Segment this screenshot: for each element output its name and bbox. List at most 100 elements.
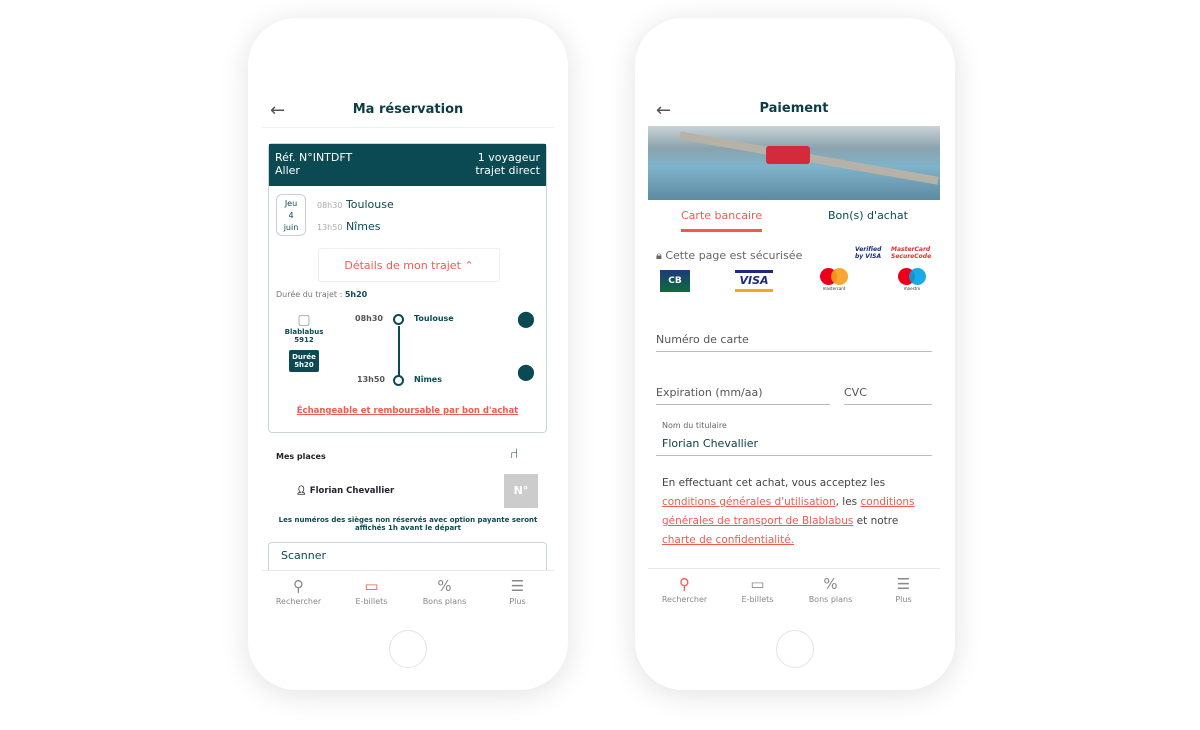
arr-time: 13h50 (317, 223, 343, 232)
nav-e-billets[interactable]: ▭ E-billets (335, 571, 408, 616)
timeline-arr-time: 13h50 (357, 375, 385, 384)
trip-type: trajet direct (475, 164, 540, 177)
expiry-input[interactable]: Expiration (mm/aa) (656, 386, 830, 405)
nav-plus[interactable]: ☰ Plus (481, 571, 554, 616)
chevron-up-icon: ⌃ (464, 259, 474, 272)
mastercard-logo: mastercard (818, 268, 850, 291)
holder-label: Nom du titulaire (662, 421, 727, 430)
timeline-start-dot (393, 314, 404, 325)
timeline-dep-city: Toulouse (414, 314, 454, 323)
duration-label: Durée du trajet : (276, 290, 343, 299)
date-num: 4 (288, 211, 294, 220)
bus-icon: ▢ (297, 312, 311, 328)
badge-value: 5h20 (294, 361, 314, 369)
nav-label: Bons plans (808, 595, 853, 604)
nav-label: Rechercher (275, 597, 322, 606)
seat-number[interactable]: N° (504, 474, 538, 508)
badge-label: Durée (292, 353, 316, 361)
passenger-name: Florian Chevallier (309, 486, 395, 496)
lock-icon: 🔒︎ (656, 249, 662, 262)
menu-icon: ☰ (510, 577, 525, 595)
nav-bons-plans[interactable]: % Bons plans (408, 571, 481, 616)
timeline-line (398, 326, 400, 378)
search-icon: ⚲ (679, 575, 690, 593)
nav-label: Plus (895, 595, 912, 604)
page-title: Ma réservation (352, 102, 464, 117)
visa-logo: VISA (735, 270, 773, 292)
mastercard-securecode-logo: MasterCard SecureCode (891, 246, 932, 260)
bottom-nav: ⚲ Rechercher ▭ E-billets % Bons plans ☰ Plus (262, 570, 554, 616)
terms-part: , les (835, 496, 861, 508)
page-title: Paiement (759, 101, 829, 116)
nav-rechercher[interactable]: ⚲ Rechercher (648, 569, 721, 608)
arr-city: Nîmes (345, 220, 381, 233)
nav-rechercher[interactable]: ⚲ Rechercher (262, 571, 335, 616)
nav-plus[interactable]: ☰ Plus (867, 569, 940, 608)
terms-part: et notre (853, 515, 899, 527)
duration-badge: Durée 5h20 (289, 350, 319, 372)
nav-label: Bons plans (422, 597, 467, 606)
details-button[interactable]: Détails de mon trajet ⌃ (318, 248, 500, 282)
ticket-icon: ▭ (750, 575, 765, 593)
maestro-label: maestro (903, 286, 921, 291)
scanner-label: Scanner (281, 549, 327, 562)
nav-label: E-billets (741, 595, 774, 604)
privacy-link[interactable]: charte de confidentialité. (662, 534, 794, 546)
cgu-link[interactable]: conditions générales d'utilisation (662, 496, 836, 508)
cvc-input[interactable]: CVC (844, 386, 932, 405)
bus-bridge-photo (648, 126, 940, 200)
terms-text: En effectuant cet achat, vous acceptez l… (662, 474, 932, 550)
timeline-arr-city: Nîmes (414, 375, 442, 384)
trip-card-header: Réf. N°INTDFT Aller 1 voyageur trajet di… (269, 144, 546, 186)
mastercard-label: mastercard (822, 286, 846, 291)
date-box: Jeu 4 juin (276, 194, 306, 236)
refund-link[interactable]: Échangeable et remboursable par bon d'ac… (269, 406, 546, 416)
ticket-icon: ▭ (364, 577, 379, 595)
seat-icon: ⑁ (510, 446, 519, 462)
active-tab-indicator (681, 229, 762, 232)
menu-icon: ☰ (896, 575, 911, 593)
percent-icon: % (823, 575, 838, 593)
timeline-end-dot (393, 375, 404, 386)
details-label: Détails de mon trajet (344, 259, 461, 272)
map-pin-icon[interactable]: ⬤ (517, 309, 535, 328)
bottom-nav: ⚲ Rechercher ▭ E-billets % Bons plans ☰ Plus (648, 568, 940, 608)
reservation-screen: ← Ma réservation Réf. N°INTDFT Aller 1 v… (262, 96, 554, 616)
timeline-dep-time: 08h30 (355, 314, 383, 323)
date-month: juin (283, 223, 299, 232)
nav-bons-plans[interactable]: % Bons plans (794, 569, 867, 608)
duration: 5h20 (344, 290, 368, 299)
nav-e-billets[interactable]: ▭ E-billets (721, 569, 794, 608)
percent-icon: % (437, 577, 452, 595)
user-icon: 👤︎ (296, 486, 307, 496)
bus-name: Blablabus (284, 328, 324, 336)
search-icon: ⚲ (293, 577, 304, 595)
tab-carte-bancaire[interactable]: Carte bancaire (681, 209, 762, 222)
payment-screen: ← Paiement Carte bancaire Bon(s) d'achat… (648, 96, 940, 616)
nav-label: E-billets (355, 597, 388, 606)
phone-payment: ← Paiement Carte bancaire Bon(s) d'achat… (635, 18, 955, 690)
dep-city: Toulouse (345, 198, 394, 211)
header: ← Paiement (648, 96, 940, 126)
tab-bons-achat[interactable]: Bon(s) d'achat (828, 209, 908, 222)
nav-label: Plus (509, 597, 526, 606)
bus-number: 5912 (294, 336, 314, 344)
secure-text: Cette page est sécurisée (665, 249, 803, 262)
seats-title: Mes places (276, 452, 326, 461)
terms-part: En effectuant cet achat, vous acceptez l… (662, 477, 886, 489)
date-day: Jeu (284, 199, 298, 208)
card-number-input[interactable]: Numéro de carte (656, 333, 932, 352)
trip-card: Réf. N°INTDFT Aller 1 voyageur trajet di… (268, 143, 547, 433)
seat-note: Les numéros des sièges non réservés avec… (278, 516, 538, 532)
map-pin-icon[interactable]: ⬤ (517, 362, 535, 381)
home-button (389, 630, 427, 668)
maestro-logo: maestro (896, 268, 928, 291)
header: ← Ma réservation (262, 96, 554, 128)
home-button (776, 630, 814, 668)
cb-logo: CB (660, 270, 690, 292)
phone-reservation: ← Ma réservation Réf. N°INTDFT Aller 1 v… (248, 18, 568, 690)
nav-label: Rechercher (661, 595, 708, 604)
holder-input[interactable]: Florian Chevallier (656, 437, 932, 456)
verified-by-visa-logo: Verified by VISA (855, 246, 882, 260)
dep-time: 08h30 (317, 201, 343, 210)
